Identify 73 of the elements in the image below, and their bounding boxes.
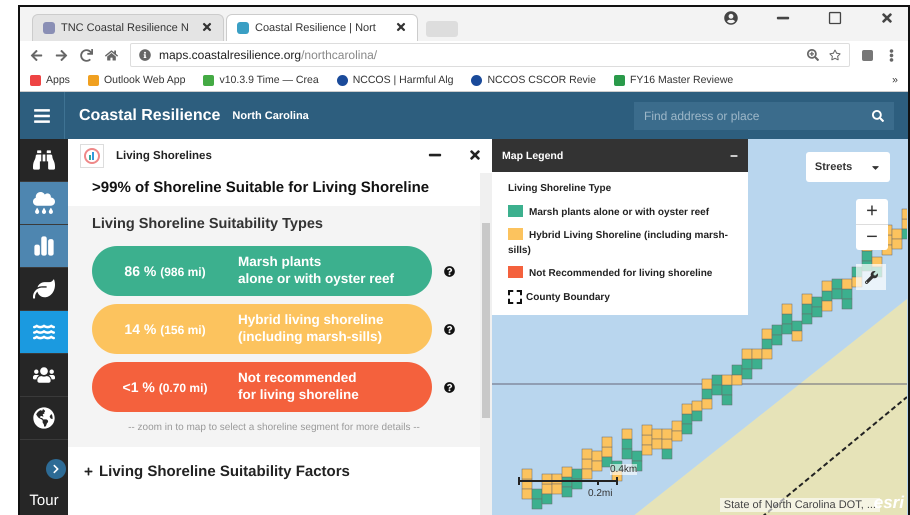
zoom-in-button[interactable]: + — [856, 199, 888, 225]
tour-link[interactable]: Tour — [20, 492, 68, 515]
help-icon[interactable] — [444, 382, 455, 392]
site-icon — [43, 22, 55, 34]
hint-text: -- zoom in to map to select a shoreline segment for more details -- — [127, 422, 421, 433]
menu-icon[interactable] — [33, 106, 51, 124]
chevron-icon — [51, 464, 61, 474]
section-heading: Living Shoreline Suitability Types — [92, 216, 324, 232]
legend-title: Map Legend — [502, 150, 564, 162]
bookmark[interactable]: v10.3.9 Time — Crea — [203, 74, 319, 86]
star-icon[interactable] — [829, 49, 841, 61]
legend-item: Not Recommended for living shoreline — [508, 266, 732, 282]
address-field[interactable]: maps.coastalresilience.org/northcarolina/ — [130, 43, 850, 67]
app-subtitle: North Carolina — [232, 110, 309, 122]
wrench-icon — [864, 270, 878, 284]
binoculars-icon — [33, 149, 55, 171]
close-icon[interactable] — [201, 20, 213, 32]
legend-item: Hybrid Living Shoreline (including marsh-sills) — [508, 228, 729, 258]
legend-item: County Boundary — [508, 290, 732, 305]
chart-icon — [33, 235, 55, 257]
browser-tab[interactable]: TNC Coastal Resilience N — [32, 14, 224, 41]
help-icon[interactable] — [444, 324, 455, 334]
back-icon[interactable] — [30, 48, 43, 62]
bookmark-icon — [471, 74, 482, 86]
bookmark-icon — [30, 74, 41, 86]
legend-heading: Living Shoreline Type — [508, 182, 612, 196]
extension-icon[interactable] — [862, 50, 873, 60]
help-icon[interactable] — [444, 266, 455, 276]
search-icon[interactable] — [872, 110, 884, 122]
legend-item: Marsh plants alone or with oyster reef — [508, 204, 732, 220]
scale-label: 0.4km — [610, 464, 638, 475]
app-title: Coastal Resilience — [79, 106, 220, 124]
leaf-icon — [33, 278, 55, 300]
home-icon[interactable] — [105, 48, 118, 62]
scale-label: 0.2mi — [588, 488, 614, 499]
zoom-icon[interactable] — [807, 49, 819, 61]
reload-icon[interactable] — [80, 48, 93, 62]
wrench-button[interactable] — [856, 264, 886, 290]
scale-bar-icon — [518, 477, 618, 485]
bookmark-icon — [336, 74, 348, 86]
maximize-icon[interactable] — [828, 11, 842, 25]
browser-tab[interactable]: Coastal Resilience | Nort — [226, 14, 418, 41]
sidebar-tool[interactable] — [20, 311, 68, 354]
factors-toggle[interactable]: Living Shoreline Suitability Factors — [99, 463, 350, 480]
boundary-icon — [508, 290, 522, 304]
summary-heading: >99% of Shoreline Suitable for Living Shoreline — [91, 178, 430, 198]
expand-button[interactable] — [46, 459, 66, 479]
flood-icon — [33, 192, 55, 214]
sidebar-tool[interactable] — [20, 182, 68, 225]
bookmark[interactable]: NCCOS | Harmful Alg — [336, 74, 454, 86]
close-icon[interactable] — [395, 20, 407, 32]
app-logo — [80, 144, 104, 168]
site-icon — [237, 22, 249, 34]
bookmark-icon — [203, 74, 214, 86]
sidebar-tool[interactable] — [20, 225, 68, 268]
bookmark[interactable]: FY16 Master Reviewe — [614, 74, 734, 86]
expand-icon[interactable] — [84, 467, 93, 476]
globe-icon — [33, 407, 55, 429]
close-icon[interactable] — [880, 11, 894, 25]
forward-icon[interactable] — [55, 48, 68, 62]
info-icon — [139, 49, 151, 61]
close-icon[interactable] — [468, 148, 482, 162]
basemap-dropdown[interactable]: Streets — [806, 152, 890, 182]
profile-icon[interactable] — [724, 11, 738, 25]
panel-title: Living Shorelines — [116, 150, 213, 162]
bookmark[interactable]: Outlook Web App — [88, 74, 186, 86]
more-bookmarks[interactable]: » — [892, 74, 898, 86]
bookmark[interactable]: NCCOS CSCOR Revie — [471, 74, 596, 86]
scrollbar[interactable] — [480, 173, 492, 515]
bookmark-icon — [614, 74, 625, 86]
zoom-out-button[interactable]: − — [856, 225, 888, 250]
bookmark-icon — [88, 74, 99, 86]
bookmark[interactable]: Apps — [30, 74, 70, 86]
